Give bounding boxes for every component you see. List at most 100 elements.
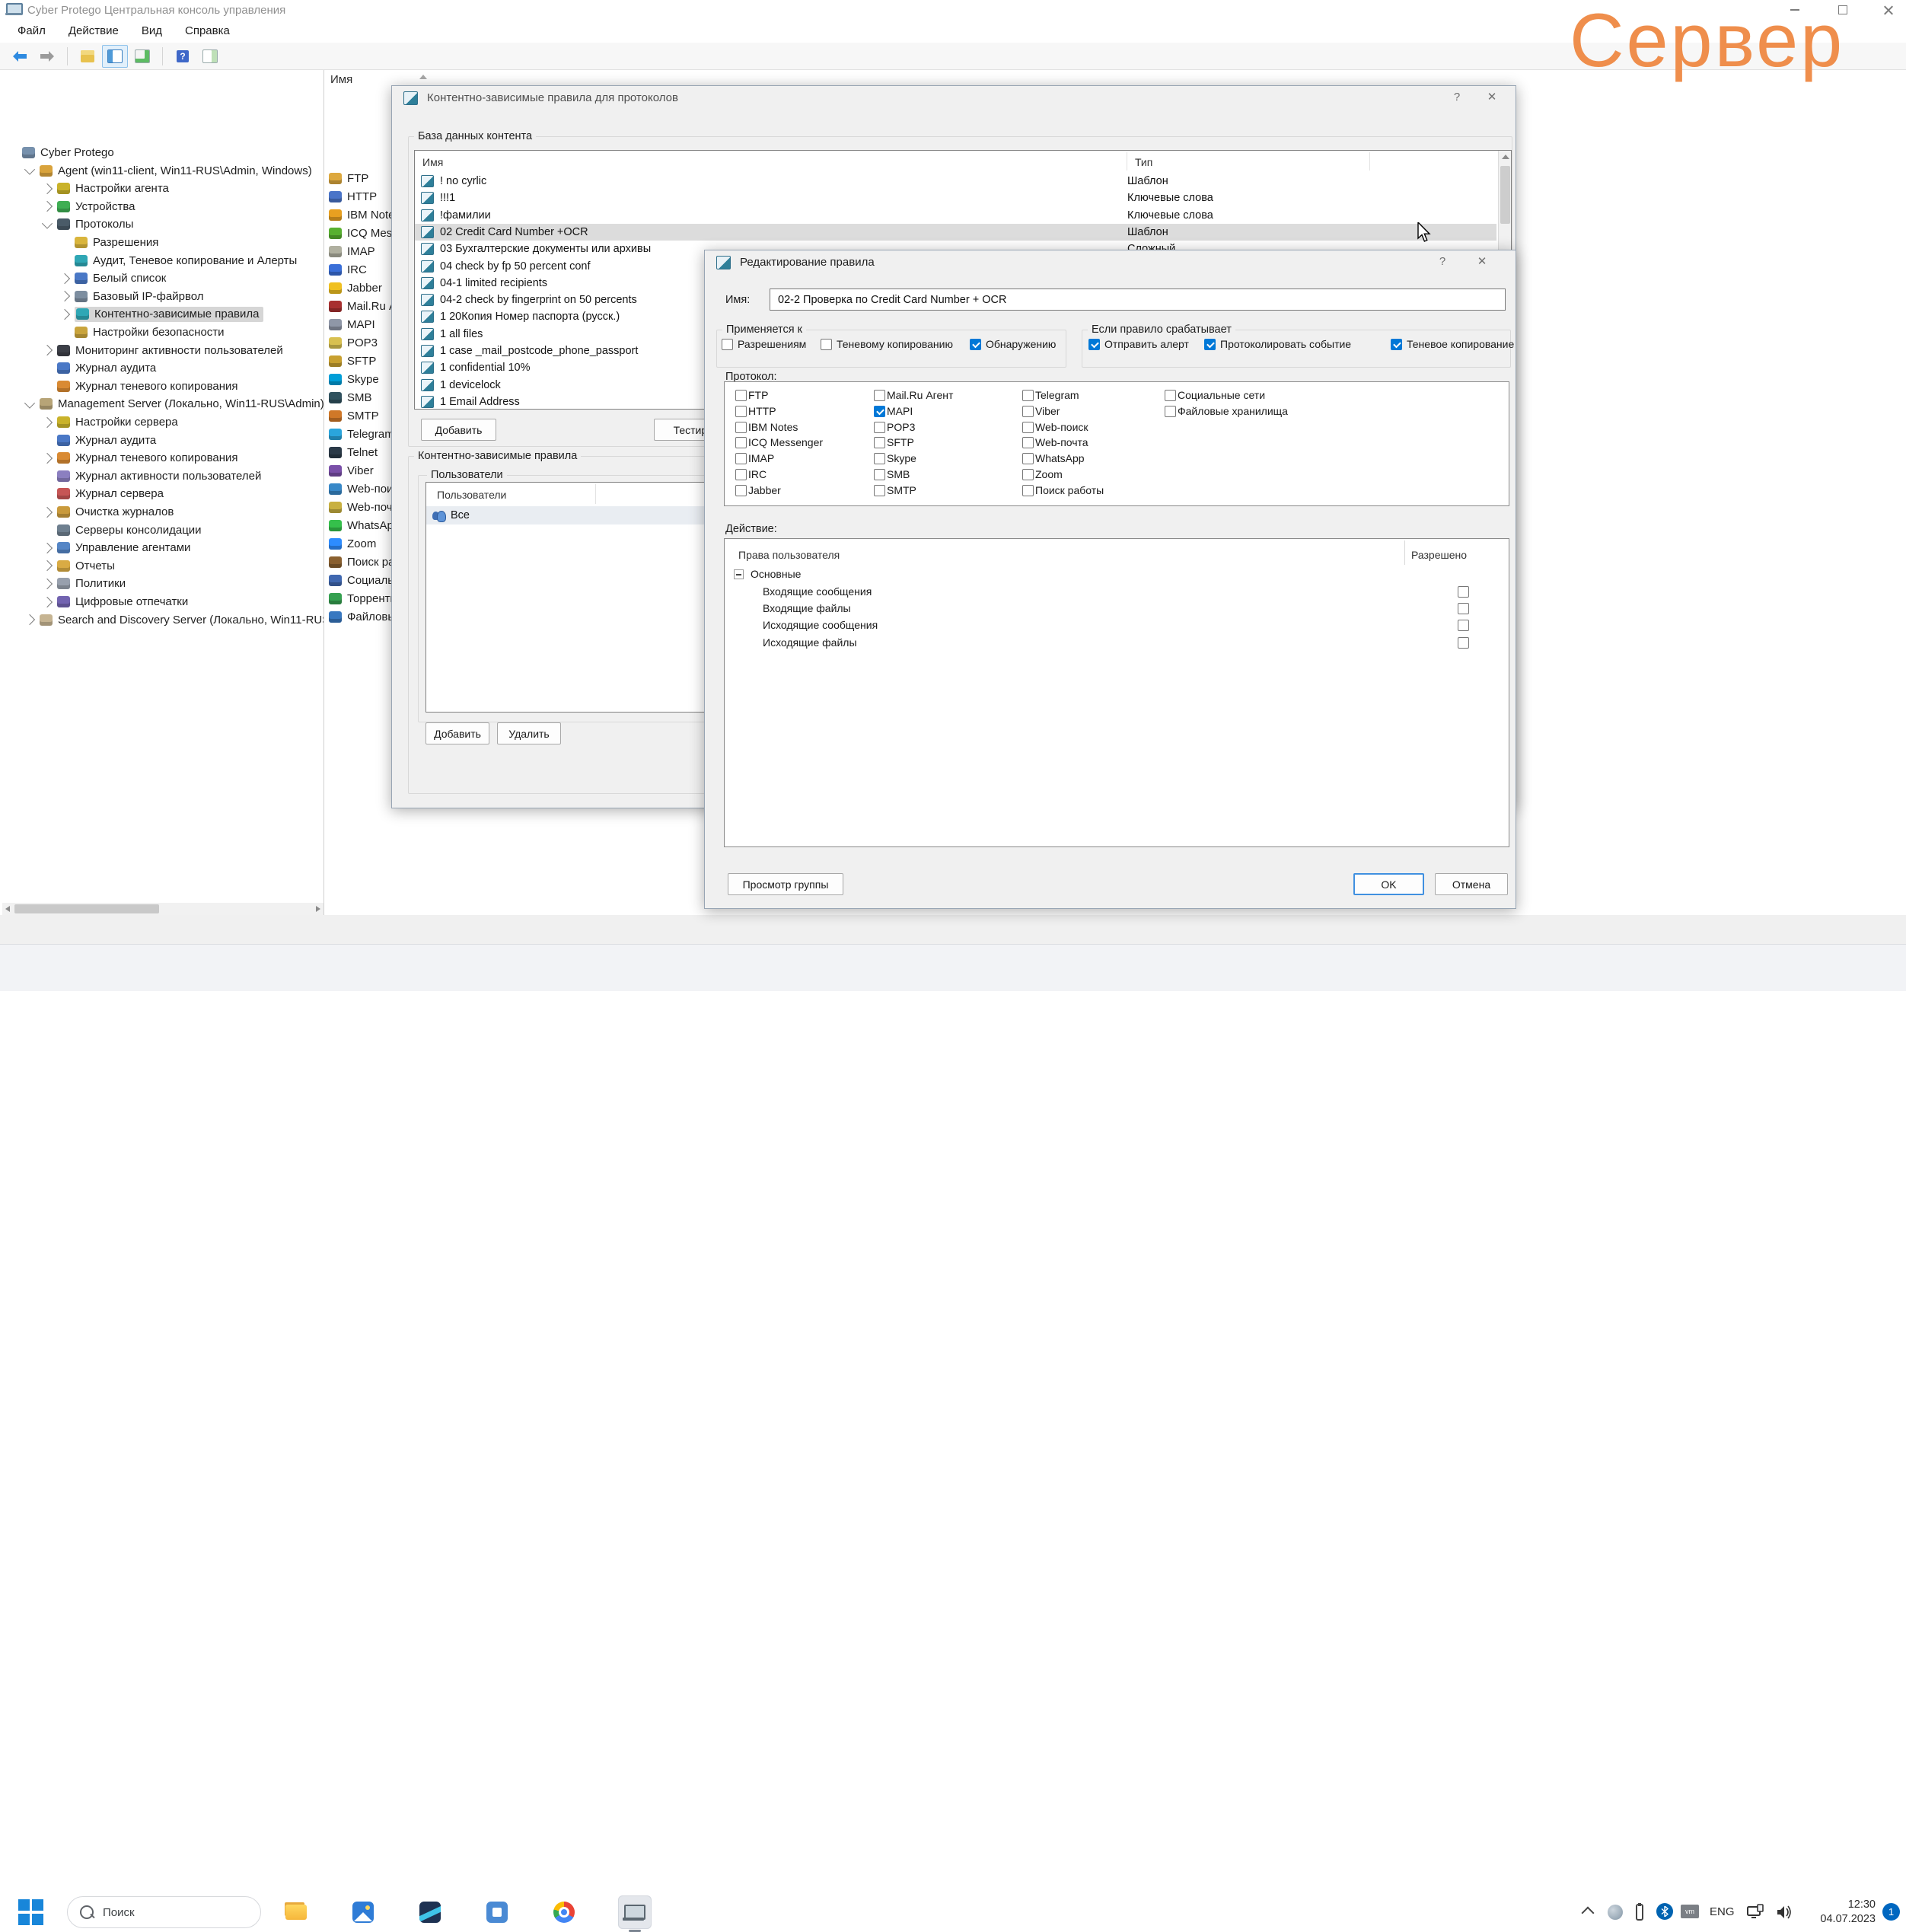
chevron-collapsed-icon[interactable] [59, 273, 70, 284]
protocol-checkbox[interactable] [735, 453, 747, 464]
tree-item[interactable]: Аудит, Теневое копирование и Алерты [61, 252, 297, 269]
protocol-list-item[interactable]: SMTP [329, 407, 379, 424]
chevron-collapsed-icon[interactable] [42, 183, 53, 194]
help-button[interactable]: ? [1430, 253, 1455, 271]
tree-item[interactable]: Базовый IP-файрвол [61, 288, 204, 305]
protocol-list-item[interactable]: WhatsApp [329, 517, 400, 534]
protocol-checkbox[interactable] [1022, 453, 1034, 464]
tree-item[interactable]: Настройки сервера [43, 413, 178, 431]
protocol-list-item[interactable]: Viber [329, 462, 374, 479]
tree-item[interactable]: Белый список [61, 269, 166, 287]
chevron-collapsed-icon[interactable] [42, 416, 53, 427]
protocol-list-item[interactable]: IMAP [329, 243, 375, 260]
protocol-checkbox[interactable] [874, 485, 885, 496]
allowed-checkbox[interactable] [1458, 603, 1469, 614]
protocol-checkbox[interactable] [735, 485, 747, 496]
applies-checkbox[interactable] [970, 339, 981, 350]
tree-item[interactable]: Очистка журналов [43, 503, 174, 521]
tree-item[interactable]: Настройки агента [43, 180, 169, 197]
tree-item[interactable]: Search and Discovery Server (Локально, W… [26, 611, 324, 629]
media-app-taskbar-icon[interactable] [480, 1895, 514, 1929]
protocol-checkbox[interactable] [735, 390, 747, 401]
protocol-checkbox[interactable] [1022, 437, 1034, 448]
menu-2[interactable]: Вид [130, 20, 174, 43]
chevron-expanded-icon[interactable] [24, 397, 35, 408]
chevron-collapsed-icon[interactable] [59, 309, 70, 320]
view-group-button[interactable]: Просмотр группы [728, 873, 843, 895]
tree-item[interactable]: Разрешения [61, 234, 158, 251]
close-button[interactable]: ✕ [1469, 253, 1495, 271]
protocol-checkbox[interactable] [874, 469, 885, 480]
tree-item[interactable]: Управление агентами [43, 539, 190, 556]
protocol-checkbox[interactable] [1022, 422, 1034, 433]
tree-item[interactable]: Серверы консолидации [43, 521, 202, 539]
tree-item[interactable]: Журнал сервера [43, 485, 164, 502]
protocol-list-item[interactable]: IBM Notes [329, 206, 400, 223]
tree-item[interactable]: Цифровые отпечатки [43, 593, 188, 611]
protocol-list-item[interactable]: POP3 [329, 334, 378, 351]
tree-item[interactable]: Журнал аудита [43, 432, 156, 449]
chevron-collapsed-icon[interactable] [42, 453, 53, 464]
tree-item[interactable]: Мониторинг активности пользователей [43, 342, 283, 359]
protocol-checkbox[interactable] [1022, 485, 1034, 496]
bluetooth-icon[interactable] [1656, 1903, 1673, 1920]
tree-item[interactable]: Cyber Protego [8, 144, 114, 161]
protocol-checkbox[interactable] [735, 437, 747, 448]
allowed-checkbox[interactable] [1458, 620, 1469, 631]
protocol-list-item[interactable]: Skype [329, 371, 379, 387]
tree-item[interactable]: Журнал теневого копирования [43, 449, 238, 467]
column-header-name[interactable]: Имя [422, 156, 443, 168]
language-indicator[interactable]: ENG [1710, 1905, 1735, 1918]
protocol-list-item[interactable]: Zoom [329, 535, 376, 552]
collapse-group-icon[interactable] [734, 569, 744, 579]
protocol-checkbox[interactable] [1022, 469, 1034, 480]
trigger-checkbox[interactable] [1088, 339, 1100, 350]
chevron-collapsed-icon[interactable] [42, 579, 53, 589]
agent-sphere-icon[interactable] [1608, 1905, 1623, 1920]
back-arrow-icon[interactable] [7, 45, 33, 68]
chrome-taskbar-icon[interactable] [547, 1895, 581, 1929]
protocol-checkbox[interactable] [735, 422, 747, 433]
chevron-expanded-icon[interactable] [42, 218, 53, 228]
tree-item[interactable]: Контентно-зависимые правила [61, 305, 263, 323]
cyber-protego-taskbar-icon[interactable] [618, 1895, 652, 1929]
users-column-header[interactable]: Пользователи [437, 489, 506, 501]
protocol-checkbox[interactable] [874, 453, 885, 464]
allowed-checkbox[interactable] [1458, 637, 1469, 649]
menu-1[interactable]: Действие [57, 20, 130, 43]
chevron-collapsed-icon[interactable] [42, 506, 53, 517]
protocol-checkbox[interactable] [874, 406, 885, 417]
console-tree-icon[interactable] [102, 45, 128, 68]
add-user-button[interactable]: Добавить [426, 722, 489, 744]
export-list-icon[interactable] [129, 45, 155, 68]
tree-item[interactable]: Журнал теневого копирования [43, 378, 238, 395]
tree-item[interactable]: Устройства [43, 198, 135, 215]
protocol-checkbox[interactable] [1165, 406, 1176, 417]
chevron-collapsed-icon[interactable] [42, 345, 53, 355]
start-button[interactable] [18, 1899, 44, 1925]
cancel-button[interactable]: Отмена [1435, 873, 1508, 895]
protocol-checkbox[interactable] [1022, 390, 1034, 401]
menu-0[interactable]: Файл [6, 20, 57, 43]
protocol-list-item[interactable]: Telnet [329, 444, 378, 461]
protocol-checkbox[interactable] [1022, 406, 1034, 417]
notification-badge[interactable]: 1 [1882, 1903, 1900, 1921]
content-db-row[interactable]: ! no cyrlicШаблон [415, 173, 1496, 190]
file-explorer-taskbar-icon[interactable] [279, 1895, 313, 1929]
tree-item[interactable]: Management Server (Локально, Win11-RUS\A… [26, 395, 324, 413]
usb-icon[interactable] [1633, 1903, 1646, 1925]
protocol-list-item[interactable]: HTTP [329, 188, 377, 205]
trigger-checkbox[interactable] [1391, 339, 1402, 350]
chevron-collapsed-icon[interactable] [24, 614, 35, 625]
photos-taskbar-icon[interactable] [346, 1895, 380, 1929]
content-db-row[interactable]: 02 Credit Card Number +OCRШаблон [415, 224, 1496, 241]
ok-button[interactable]: OK [1353, 873, 1424, 895]
protocol-checkbox[interactable] [874, 437, 885, 448]
column-header-type[interactable]: Тип [1135, 156, 1152, 168]
protocol-checkbox[interactable] [1165, 390, 1176, 401]
chevron-collapsed-icon[interactable] [59, 291, 70, 301]
content-db-row[interactable]: !фамилииКлючевые слова [415, 207, 1496, 224]
protocol-list-item[interactable]: IRC [329, 261, 367, 278]
chevron-collapsed-icon[interactable] [42, 560, 53, 571]
vm-icon[interactable]: vm [1681, 1905, 1699, 1918]
